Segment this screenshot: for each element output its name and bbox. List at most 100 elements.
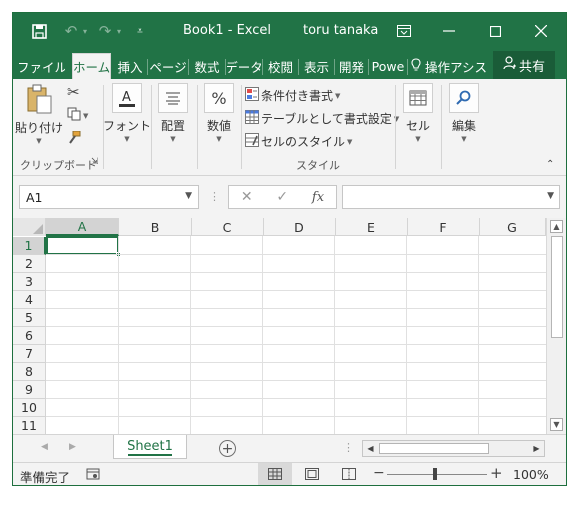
collapse-ribbon-icon[interactable]: ⌃: [546, 159, 554, 170]
zoom-slider[interactable]: [387, 474, 487, 475]
formula-input[interactable]: ▼: [342, 185, 560, 209]
column-header-d[interactable]: D: [263, 218, 336, 236]
row-header-10[interactable]: 10: [13, 399, 46, 417]
user-name[interactable]: toru tanaka: [303, 23, 378, 38]
tab-view[interactable]: 表示: [300, 53, 333, 79]
previous-sheet-icon[interactable]: ◀: [41, 442, 48, 452]
tab-developer[interactable]: 開発: [336, 53, 367, 79]
column-header-f[interactable]: F: [407, 218, 480, 236]
vertical-scroll-thumb[interactable]: [551, 236, 563, 338]
tab-insert[interactable]: 挿入: [114, 53, 146, 79]
format-painter-button[interactable]: [67, 130, 81, 148]
scroll-down-icon[interactable]: ▼: [550, 418, 563, 431]
format-as-table-button[interactable]: テーブルとして書式設定 ▼: [245, 110, 399, 127]
page-break-view-icon[interactable]: [332, 463, 366, 485]
redo-icon[interactable]: ↷: [94, 21, 116, 41]
row-header-3[interactable]: 3: [13, 273, 46, 291]
grip-icon[interactable]: ⋮: [343, 441, 354, 454]
chevron-down-icon: ▼: [36, 137, 42, 145]
editing-label: 編集: [451, 119, 476, 133]
row-header-7[interactable]: 7: [13, 345, 46, 363]
redo-dropdown-icon[interactable]: ▾: [115, 21, 123, 41]
normal-view-icon[interactable]: [258, 463, 292, 485]
macro-record-icon[interactable]: [86, 467, 100, 485]
share-button[interactable]: 共有: [493, 51, 555, 79]
tab-home[interactable]: ホーム: [72, 53, 111, 79]
worksheet-grid[interactable]: ABCDEFG 1 2 3 4 5 6 7 8 9 10 11 ▲ ▼: [13, 218, 566, 435]
next-sheet-icon[interactable]: ▶: [69, 442, 76, 452]
expand-formula-bar-icon[interactable]: ▼: [547, 191, 554, 201]
conditional-formatting-icon: [245, 87, 259, 104]
row-header-9[interactable]: 9: [13, 381, 46, 399]
active-cell[interactable]: [46, 236, 119, 255]
tab-file[interactable]: ファイル: [19, 53, 65, 79]
scroll-up-icon[interactable]: ▲: [550, 220, 563, 233]
gridline: [478, 236, 479, 434]
cancel-icon[interactable]: ✕: [241, 189, 253, 205]
row-header-11[interactable]: 11: [13, 417, 46, 435]
tab-formulas[interactable]: 数式: [190, 53, 224, 79]
undo-dropdown-icon[interactable]: ▾: [81, 21, 89, 41]
close-icon[interactable]: [526, 19, 556, 43]
row-header-5[interactable]: 5: [13, 309, 46, 327]
row-header-6[interactable]: 6: [13, 327, 46, 345]
ribbon-display-options-icon[interactable]: [389, 19, 419, 43]
zoom-out-icon[interactable]: −: [373, 465, 385, 481]
add-sheet-icon[interactable]: +: [219, 440, 236, 457]
undo-icon[interactable]: ↶: [60, 21, 82, 41]
tell-me-box[interactable]: 操作アシス: [411, 53, 491, 79]
excel-window: ↶ ▾ ↷ ▾ ⩡ Book1 - Excel toru tanaka ファイル…: [12, 12, 567, 486]
cut-button[interactable]: ✂: [67, 83, 80, 101]
cells-button[interactable]: セル ▼: [398, 83, 438, 143]
zoom-level[interactable]: 100%: [513, 467, 549, 482]
tab-power[interactable]: Powe: [370, 53, 406, 79]
ribbon-home: 貼り付け ▼ ✂ ▼ クリップボード ⇲ A フォント ▼ 配置 ▼ % 数値 …: [13, 79, 566, 176]
column-header-g[interactable]: G: [479, 218, 546, 236]
cell-styles-button[interactable]: セルのスタイル ▼: [245, 133, 352, 150]
select-all-button[interactable]: [13, 218, 46, 236]
vertical-scrollbar[interactable]: ▲ ▼: [546, 218, 566, 434]
name-box[interactable]: A1 ▼: [19, 185, 199, 209]
row-header-4[interactable]: 4: [13, 291, 46, 309]
clipboard-icon: [24, 83, 54, 115]
maximize-icon[interactable]: [480, 19, 510, 43]
zoom-in-icon[interactable]: +: [490, 464, 503, 482]
column-header-c[interactable]: C: [191, 218, 264, 236]
sheet-tab[interactable]: Sheet1: [113, 435, 187, 459]
row-header-2[interactable]: 2: [13, 255, 46, 273]
column-header-a[interactable]: A: [46, 218, 119, 236]
font-button[interactable]: A フォント ▼: [103, 83, 151, 143]
copy-button[interactable]: ▼: [67, 107, 88, 124]
enter-icon[interactable]: ✓: [276, 189, 288, 205]
sheet-tab-bar: ◀ ▶ Sheet1 + ⋮ ◀ ▶: [13, 434, 566, 462]
save-icon[interactable]: [29, 21, 49, 41]
percent-icon: %: [204, 83, 234, 113]
tab-data[interactable]: データ: [227, 53, 261, 79]
column-header-b[interactable]: B: [119, 218, 192, 236]
insert-function-icon[interactable]: fx: [312, 190, 324, 205]
horizontal-scrollbar[interactable]: ◀ ▶: [362, 440, 545, 457]
column-header-e[interactable]: E: [335, 218, 408, 236]
scroll-left-icon[interactable]: ◀: [364, 443, 377, 454]
lightbulb-icon: [411, 57, 421, 75]
tab-review[interactable]: 校閲: [264, 53, 297, 79]
row-header-8[interactable]: 8: [13, 363, 46, 381]
styles-group-label: スタイル: [296, 159, 340, 172]
dialog-launcher-icon[interactable]: ⇲: [91, 157, 99, 167]
alignment-button[interactable]: 配置 ▼: [153, 83, 193, 143]
grip-icon[interactable]: ⋮: [209, 190, 220, 203]
chevron-down-icon: ▼: [461, 135, 467, 143]
number-button[interactable]: % 数値 ▼: [199, 83, 239, 143]
customize-quick-access-icon[interactable]: ⩡: [132, 21, 148, 41]
horizontal-scroll-thumb[interactable]: [379, 443, 489, 454]
chevron-down-icon[interactable]: ▼: [185, 191, 192, 201]
scroll-right-icon[interactable]: ▶: [530, 443, 543, 454]
tab-page-layout[interactable]: ページ: [149, 53, 187, 79]
editing-button[interactable]: 編集 ▼: [444, 83, 484, 143]
row-header-1[interactable]: 1: [13, 237, 46, 255]
paste-button[interactable]: 貼り付け ▼: [15, 83, 63, 145]
conditional-formatting-button[interactable]: 条件付き書式 ▼: [245, 87, 340, 104]
zoom-slider-thumb[interactable]: [433, 468, 437, 480]
page-layout-view-icon[interactable]: [295, 463, 329, 485]
minimize-icon[interactable]: [434, 19, 464, 43]
